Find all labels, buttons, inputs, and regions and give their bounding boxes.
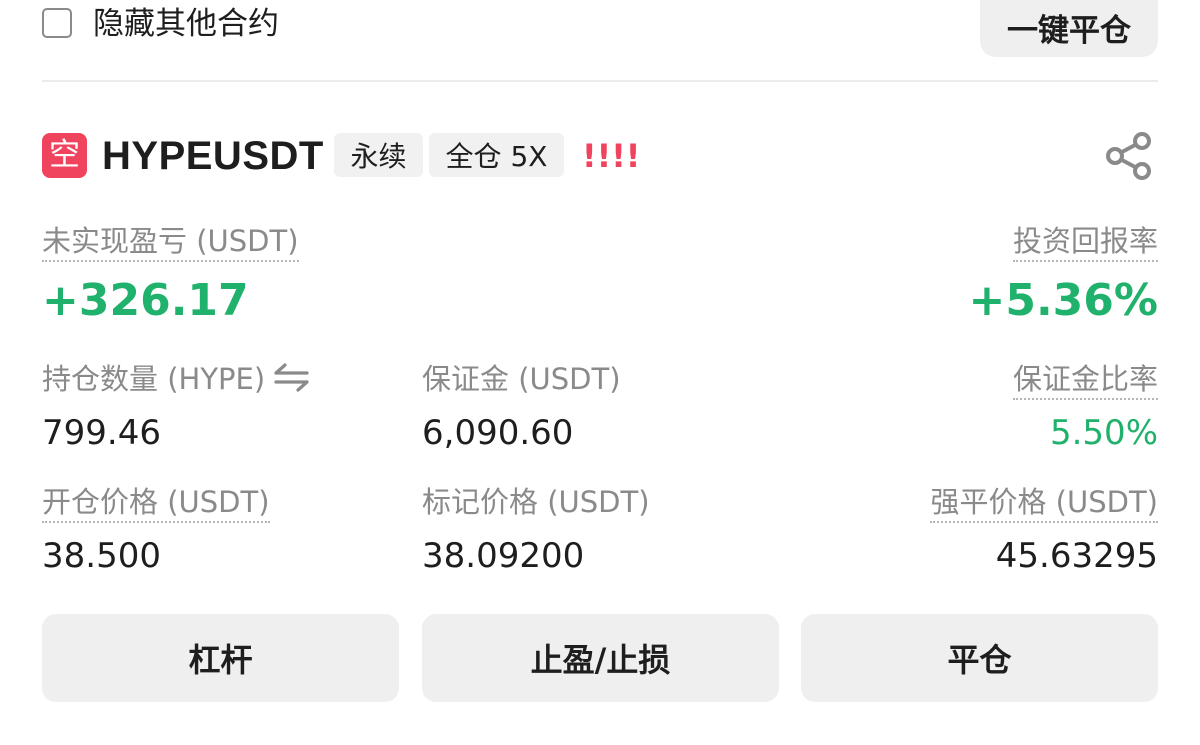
liquidation-price-value: 45.63295	[995, 536, 1158, 576]
roi-value: +5.36%	[968, 275, 1158, 326]
risk-indicator: !!!!	[582, 137, 641, 175]
position-size-label-text: 持仓数量 (HYPE)	[42, 362, 266, 396]
position-size-label: 持仓数量 (HYPE)	[42, 360, 311, 401]
contract-type-tag: 永续	[334, 133, 423, 177]
position-card-page: 隐藏其他合约 一键平仓 空 HYPEUSDT 永续 全仓 5X !!!! 未实现…	[0, 0, 1200, 745]
margin-label: 保证金 (USDT)	[422, 362, 621, 396]
position-size-value: 799.46	[42, 413, 161, 453]
margin-ratio-value: 5.50%	[1049, 413, 1158, 453]
close-all-button[interactable]: 一键平仓	[980, 0, 1158, 57]
mark-price-value: 38.09200	[422, 536, 585, 576]
leverage-button[interactable]: 杠杆	[42, 614, 399, 702]
unrealized-pnl-label[interactable]: 未实现盈亏 (USDT)	[42, 222, 299, 262]
liquidation-price-label[interactable]: 强平价格 (USDT)	[930, 483, 1158, 523]
divider	[42, 80, 1158, 82]
margin-ratio-label[interactable]: 保证金比率	[1012, 360, 1158, 400]
entry-price-value: 38.500	[42, 536, 161, 576]
entry-price-label[interactable]: 开仓价格 (USDT)	[42, 483, 270, 523]
short-side-badge: 空	[42, 133, 87, 178]
mark-price-label: 标记价格 (USDT)	[422, 485, 650, 519]
share-icon[interactable]	[1104, 130, 1156, 182]
margin-value: 6,090.60	[422, 413, 574, 453]
hide-other-contracts-label[interactable]: 隐藏其他合约	[93, 4, 279, 44]
position-symbol[interactable]: HYPEUSDT	[102, 133, 324, 179]
margin-mode-tag[interactable]: 全仓 5X	[429, 133, 564, 177]
hide-other-contracts-checkbox[interactable]	[42, 8, 72, 38]
roi-label[interactable]: 投资回报率	[1012, 222, 1158, 262]
swap-arrows-icon[interactable]	[273, 362, 311, 401]
tp-sl-button[interactable]: 止盈/止损	[422, 614, 779, 702]
close-position-button[interactable]: 平仓	[801, 614, 1158, 702]
unrealized-pnl-value: +326.17	[42, 275, 249, 326]
